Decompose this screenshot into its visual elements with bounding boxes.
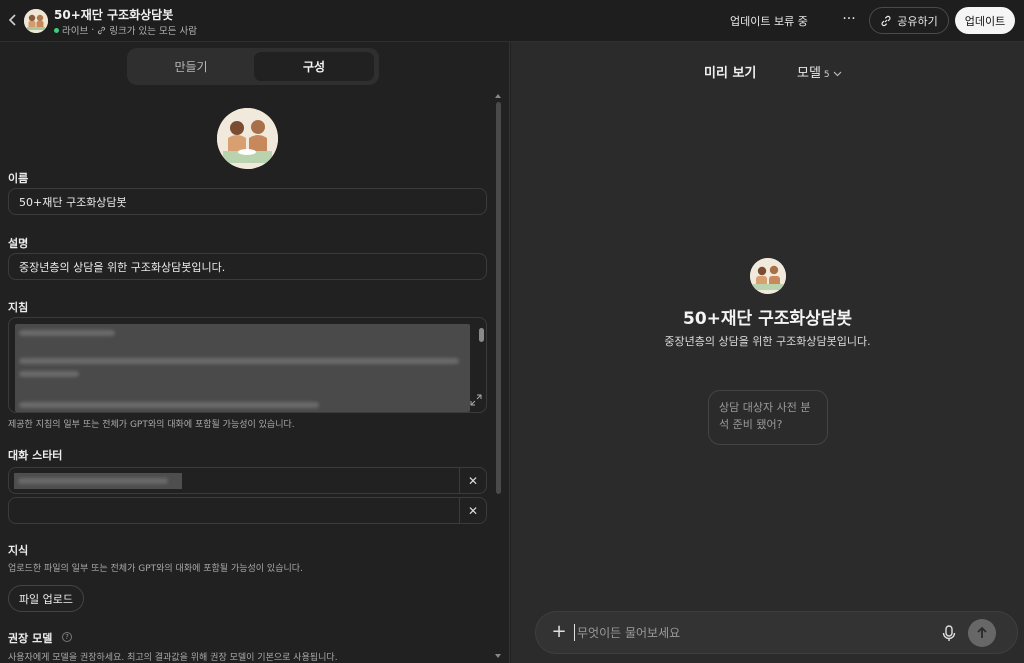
preview-title: 미리 보기	[704, 66, 757, 81]
gpt-title: 50+재단 구조화상담봇	[54, 8, 174, 22]
update-button[interactable]: 업데이트	[955, 7, 1015, 34]
scroll-up-arrow[interactable]	[495, 94, 501, 98]
chevron-left-icon	[8, 14, 16, 26]
expand-icon[interactable]	[470, 394, 482, 406]
link-icon	[98, 26, 106, 34]
starter-remove-button[interactable]: ✕	[459, 498, 486, 523]
info-icon[interactable]: ?	[62, 632, 72, 642]
gpt-profile-image[interactable]	[217, 108, 278, 169]
editor-mode-tabs: 만들기 구성	[127, 48, 379, 85]
editor-scrollbar[interactable]	[496, 102, 501, 494]
preview-gpt-description: 중장년층의 상담을 위한 구조화상담봇입니다.	[664, 335, 871, 348]
close-icon: ✕	[467, 473, 479, 488]
message-input[interactable]: 무엇이든 물어보세요	[574, 624, 680, 641]
live-status-dot	[54, 27, 59, 33]
name-label: 이름	[8, 172, 29, 185]
upload-files-button[interactable]: 파일 업로드	[8, 585, 84, 612]
knowledge-help: 업로드한 파일의 일부 또는 전체가 GPT와의 대화에 포함될 가능성이 있습…	[8, 564, 303, 574]
send-button[interactable]	[968, 619, 996, 647]
tab-create[interactable]: 만들기	[131, 52, 251, 81]
more-options-button[interactable]: ···	[838, 10, 860, 30]
description-input[interactable]: 중장년층의 상담을 위한 구조화상담봇입니다.	[8, 253, 487, 280]
dictate-button[interactable]	[939, 622, 959, 644]
preview-gpt-name: 50+재단 구조화상담봇	[683, 309, 852, 329]
share-label: 공유하기	[897, 14, 938, 28]
gpt-avatar[interactable]	[24, 9, 48, 33]
plus-icon: +	[551, 621, 567, 642]
instructions-scrollbar[interactable]	[479, 328, 484, 342]
gpt-editor-panel: 만들기 구성 이름 50+재단 구조화상담봇 설명 중장년층의 상담을 위한 구…	[0, 42, 510, 663]
starter-input[interactable]: ✕	[8, 497, 487, 524]
ellipsis-icon: ···	[842, 11, 856, 27]
instructions-textarea[interactable]	[8, 317, 487, 413]
starter-remove-button[interactable]: ✕	[459, 468, 486, 493]
link-icon	[881, 15, 891, 26]
attach-button[interactable]: +	[548, 621, 570, 643]
redacted-instructions	[15, 324, 470, 412]
pending-update-status: 업데이트 보류 중	[730, 15, 808, 28]
message-composer: + 무엇이든 물어보세요	[535, 611, 1018, 654]
knowledge-label: 지식	[8, 544, 29, 557]
close-icon: ✕	[467, 503, 479, 518]
redacted-starter	[14, 473, 182, 489]
model-label: 모델	[797, 66, 821, 81]
model-selector[interactable]: 모델 5	[797, 62, 842, 81]
tab-configure[interactable]: 구성	[254, 52, 374, 81]
conversation-starter-card[interactable]: 상담 대상자 사전 분석 준비 됐어?	[708, 390, 828, 445]
back-button[interactable]	[4, 11, 22, 29]
top-bar: 50+재단 구조화상담봇 라이브 · 링크가 있는 모든 사람 업데이트 보류 …	[0, 0, 1024, 42]
preview-gpt-avatar	[750, 258, 786, 294]
chevron-down-icon	[833, 70, 842, 80]
arrow-up-icon	[977, 626, 987, 638]
instructions-help: 제공한 지침의 일부 또는 전체가 GPT와의 대화에 포함될 가능성이 있습니…	[8, 420, 295, 430]
model-version: 5	[823, 70, 830, 80]
starter-input[interactable]: ✕	[8, 467, 487, 494]
visibility-label: 링크가 있는 모든 사람	[109, 26, 197, 37]
scroll-down-arrow[interactable]	[495, 654, 501, 658]
live-label: 라이브	[62, 26, 89, 37]
share-button[interactable]: 공유하기	[869, 7, 949, 34]
name-input[interactable]: 50+재단 구조화상담봇	[8, 188, 487, 215]
recommended-model-help: 사용자에게 모델을 권장하세요. 최고의 결과값을 위해 권장 모델이 기본으로…	[8, 653, 338, 663]
instructions-label: 지침	[8, 301, 29, 314]
recommended-model-label: 권장 모델	[8, 632, 53, 645]
starters-label: 대화 스타터	[8, 449, 63, 462]
separator-dot: ·	[91, 24, 95, 36]
gpt-visibility[interactable]: 라이브 · 링크가 있는 모든 사람	[54, 23, 197, 37]
description-label: 설명	[8, 237, 29, 250]
microphone-icon	[942, 625, 956, 641]
preview-panel: 미리 보기 모델 5 50+재단 구조화상담봇 중장년층의 상담을 위한 구조화…	[511, 42, 1024, 663]
